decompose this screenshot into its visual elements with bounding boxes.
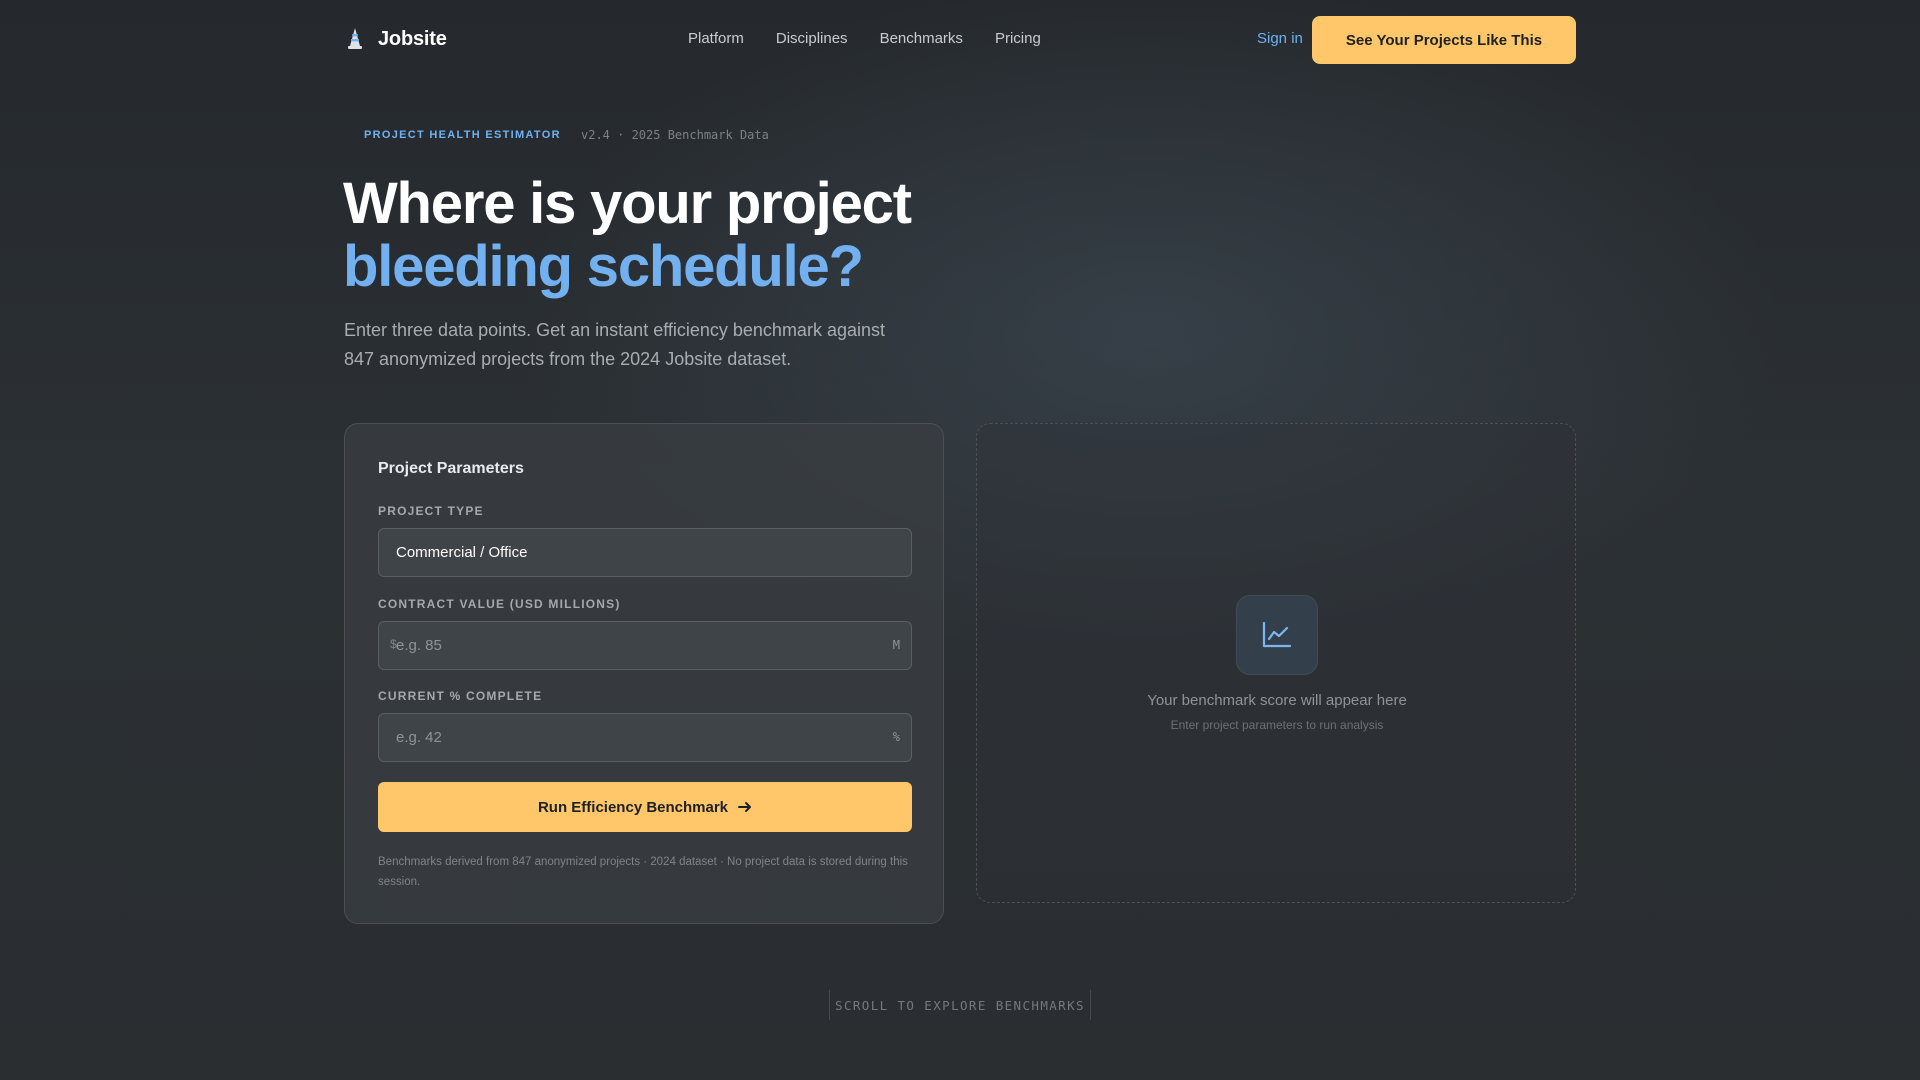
chart-icon-box (1236, 595, 1318, 675)
page-subtitle: Enter three data points. Get an instant … (344, 320, 885, 369)
scroll-hint[interactable]: SCROLL TO EXPLORE BENCHMARKS (829, 990, 1091, 1020)
nav-links: Platform Disciplines Benchmarks Pricing (688, 30, 1041, 47)
percent-complete-placeholder: e.g. 42 (396, 729, 442, 746)
nav-link-platform[interactable]: Platform (688, 30, 744, 47)
nav-link-benchmarks[interactable]: Benchmarks (880, 30, 963, 47)
project-parameters-card: Project Parameters PROJECT TYPE Commerci… (344, 423, 944, 924)
eyebrow-label: PROJECT HEALTH ESTIMATOR (364, 129, 561, 141)
page-title-line1: Where is your project (343, 171, 912, 236)
millions-suffix: M (892, 638, 900, 652)
run-benchmark-label: Run Efficiency Benchmark (537, 798, 729, 816)
benchmark-result-panel: Your benchmark score will appear here En… (976, 423, 1576, 903)
run-benchmark-button[interactable]: Run Efficiency Benchmark (378, 782, 912, 832)
sign-in-link[interactable]: Sign in (1257, 30, 1303, 47)
dataset-note: Benchmarks derived from 847 anonymized p… (378, 856, 908, 888)
page-title-line2: bleeding schedule? (343, 234, 864, 299)
contract-value-placeholder: e.g. 85 (396, 637, 442, 654)
percent-complete-label: CURRENT % COMPLETE (378, 689, 543, 703)
nav-link-disciplines[interactable]: Disciplines (776, 30, 848, 47)
scroll-hint-label: SCROLL TO EXPLORE BENCHMARKS (835, 997, 1085, 1013)
result-placeholder-text: Your benchmark score will appear here (1147, 692, 1407, 709)
result-placeholder-hint: Enter project parameters to run analysis (1170, 718, 1384, 732)
top-nav: Jobsite Platform Disciplines Benchmarks … (0, 0, 1920, 80)
card-title: Project Parameters (378, 460, 524, 477)
percent-complete-input[interactable]: e.g. 42 % (378, 713, 912, 762)
nav-link-pricing[interactable]: Pricing (995, 30, 1041, 47)
contract-value-input[interactable]: $ e.g. 85 M (378, 621, 912, 670)
project-type-label: PROJECT TYPE (378, 504, 484, 518)
cone-icon (348, 28, 362, 49)
brand[interactable]: Jobsite (344, 26, 447, 52)
project-type-value: Commercial / Office (396, 544, 528, 561)
project-type-select[interactable]: Commercial / Office (378, 528, 912, 577)
contract-value-label: CONTRACT VALUE (USD MILLIONS) (378, 597, 621, 611)
version-label: v2.4 · 2025 Benchmark Data (581, 128, 769, 142)
brand-name: Jobsite (378, 27, 447, 50)
page-title: Where is your project bleeding schedule? (343, 171, 912, 299)
percent-suffix: % (892, 730, 900, 744)
see-projects-button[interactable]: See Your Projects Like This (1312, 16, 1576, 64)
line-chart-icon (1262, 621, 1292, 648)
dollar-prefix: $ (390, 637, 397, 651)
arrow-right-icon (738, 802, 752, 812)
